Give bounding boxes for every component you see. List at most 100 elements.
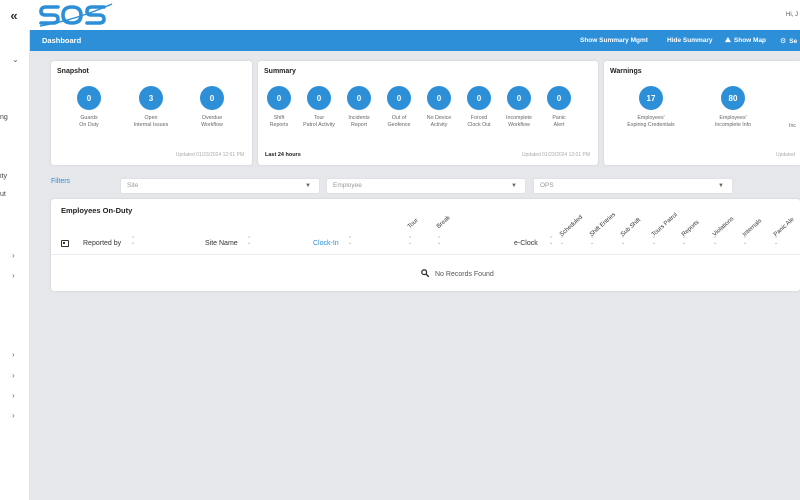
warnings-card: Warnings 17 Employees' Expiring Credenti… (604, 61, 800, 165)
summary-card: Summary 0 Shift Reports 0 Tour Patrol Ac… (258, 61, 598, 165)
stat-value: 0 (77, 86, 101, 110)
sort-icon[interactable]: ⌃ ⌄ (682, 237, 686, 246)
stat-value: 0 (347, 86, 371, 110)
table-divider (51, 254, 800, 255)
sort-icon[interactable]: ⌃ ⌄ (743, 237, 747, 246)
stat-label: Employees' Incomplete Info (714, 115, 752, 129)
empty-state-text: No Records Found (435, 271, 494, 278)
column-violations[interactable]: Violations (712, 216, 735, 238)
sidebar: ⌄ ng ity ut › › › › › › (0, 30, 30, 500)
chevron-right-icon[interactable]: › (12, 371, 15, 380)
search-icon (421, 269, 430, 278)
column-eclock[interactable]: e-Clock (514, 240, 538, 247)
empty-state: No Records Found (421, 269, 494, 278)
show-map-button[interactable]: ⛰ Show Map (725, 37, 766, 45)
sidebar-item-fragment[interactable]: ng (0, 114, 30, 121)
chevron-right-icon[interactable]: › (12, 411, 15, 420)
stat-value: 80 (721, 86, 745, 110)
settings-button[interactable]: ⚙ Se (780, 37, 797, 45)
stat-label: Employees' Expiring Credentials (627, 115, 675, 129)
stat-value: 0 (307, 86, 331, 110)
snapshot-card: Snapshot 0 Guards On Duty 3 Open Interna… (51, 61, 252, 165)
page-title: Dashboard (42, 36, 82, 45)
stat-open-internal-issues[interactable]: 3 Open Internal Issues (123, 86, 179, 129)
sidebar-item-fragment[interactable]: ut (0, 191, 30, 198)
settings-label: Se (789, 37, 798, 45)
sort-icon[interactable]: ⌃ ⌄ (652, 237, 656, 246)
column-sub-shift[interactable]: Sub Shift (620, 217, 642, 238)
collapse-sidebar-button[interactable]: « (0, 0, 28, 30)
updated-timestamp: Updated 01/23/2024 12:01 PM (175, 152, 244, 158)
stat-expiring-credentials[interactable]: 17 Employees' Expiring Credentials (608, 86, 694, 129)
sort-icon[interactable]: ⌃ ⌄ (247, 237, 251, 246)
site-select[interactable]: Site ▼ (120, 178, 320, 194)
warnings-title: Warnings (610, 68, 642, 75)
stat-value: 0 (547, 86, 571, 110)
column-tour[interactable]: Tour (407, 218, 420, 230)
show-summary-mgmt-button[interactable]: Show Summary Mgmt (580, 37, 648, 44)
sort-icon[interactable]: ⌃ ⌄ (713, 237, 717, 246)
column-break[interactable]: Break (436, 215, 452, 230)
gear-icon: ⚙ (780, 37, 787, 45)
dropdown-caret-icon: ▼ (718, 183, 724, 189)
column-site-name[interactable]: Site Name (205, 240, 238, 247)
filters-label: Filters (51, 178, 71, 185)
stat-panic-alert[interactable]: 0 Panic Alert (531, 86, 587, 129)
sort-icon[interactable]: ⌃ ⌄ (437, 237, 441, 246)
employee-select[interactable]: Employee ▼ (326, 178, 526, 194)
dropdown-caret-icon: ▼ (305, 183, 311, 189)
stat-label: Open Internal Issues (133, 115, 169, 129)
stat-value: 0 (427, 86, 451, 110)
sort-icon[interactable]: ⌃ ⌄ (590, 237, 594, 246)
stat-value: 3 (139, 86, 163, 110)
snapshot-title: Snapshot (57, 68, 89, 75)
user-greeting[interactable]: Hi, J (786, 12, 798, 18)
stat-value: 0 (467, 86, 491, 110)
column-scheduled[interactable]: Scheduled (559, 215, 584, 238)
site-select-placeholder: Site (127, 182, 139, 189)
employees-on-duty-title: Employees On-Duty (61, 206, 133, 215)
sos-logo[interactable] (38, 2, 114, 33)
sort-icon[interactable]: ⌃ ⌄ (549, 237, 553, 246)
sort-icon[interactable]: ⌃ ⌄ (621, 237, 625, 246)
summary-title: Summary (264, 68, 296, 75)
ops-select[interactable]: OPS ▼ (533, 178, 733, 194)
column-panic-alert[interactable]: Panic Ale (773, 217, 796, 238)
sort-icon[interactable]: ⌃ ⌄ (131, 237, 135, 246)
top-bar: « Hi, J (0, 0, 800, 30)
stat-label: Overdue Workflow (201, 115, 223, 129)
chevron-down-icon[interactable]: ⌄ (12, 55, 19, 64)
chevron-right-icon[interactable]: › (12, 350, 15, 359)
stat-value: 0 (200, 86, 224, 110)
stat-label-partial: Inc (789, 123, 797, 129)
column-shift-entries[interactable]: Shift Entries (589, 212, 617, 238)
chevron-right-icon[interactable]: › (12, 251, 15, 260)
column-reported-by[interactable]: Reported by (83, 240, 121, 247)
stat-guards-on-duty[interactable]: 0 Guards On Duty (61, 86, 117, 129)
sort-icon[interactable]: ⌃ ⌄ (774, 237, 778, 246)
stat-label: Panic Alert (552, 115, 566, 129)
id-card-icon[interactable] (61, 240, 69, 247)
column-clock-in[interactable]: Clock-In (313, 240, 339, 247)
sidebar-item-fragment[interactable]: ity (0, 173, 30, 180)
employees-on-duty-card: Employees On-Duty Reported by ⌃ ⌄ Site Na… (51, 199, 800, 291)
map-icon: ⛰ (725, 36, 731, 44)
stat-value: 0 (267, 86, 291, 110)
stat-incomplete-info[interactable]: 80 Employees' Incomplete Info (693, 86, 773, 129)
chevron-right-icon[interactable]: › (12, 391, 15, 400)
dropdown-caret-icon: ▼ (511, 183, 517, 189)
sort-icon[interactable]: ⌃ ⌄ (348, 237, 352, 246)
sort-icon[interactable]: ⌃ ⌄ (408, 237, 412, 246)
stat-value: 17 (639, 86, 663, 110)
column-tours-patrol[interactable]: Tours Patrol (651, 212, 679, 238)
sort-icon[interactable]: ⌃ ⌄ (560, 237, 564, 246)
chevron-right-icon[interactable]: › (12, 271, 15, 280)
stat-label: Guards On Duty (79, 115, 99, 129)
stat-value: 0 (387, 86, 411, 110)
hide-summary-button[interactable]: Hide Summary (667, 37, 713, 44)
ops-select-placeholder: OPS (540, 182, 554, 189)
dashboard-header: Dashboard Show Summary Mgmt Hide Summary… (30, 30, 800, 51)
show-map-label: Show Map (733, 36, 767, 44)
updated-timestamp: Updated (776, 152, 795, 158)
stat-overdue-workflow[interactable]: 0 Overdue Workflow (184, 86, 240, 129)
